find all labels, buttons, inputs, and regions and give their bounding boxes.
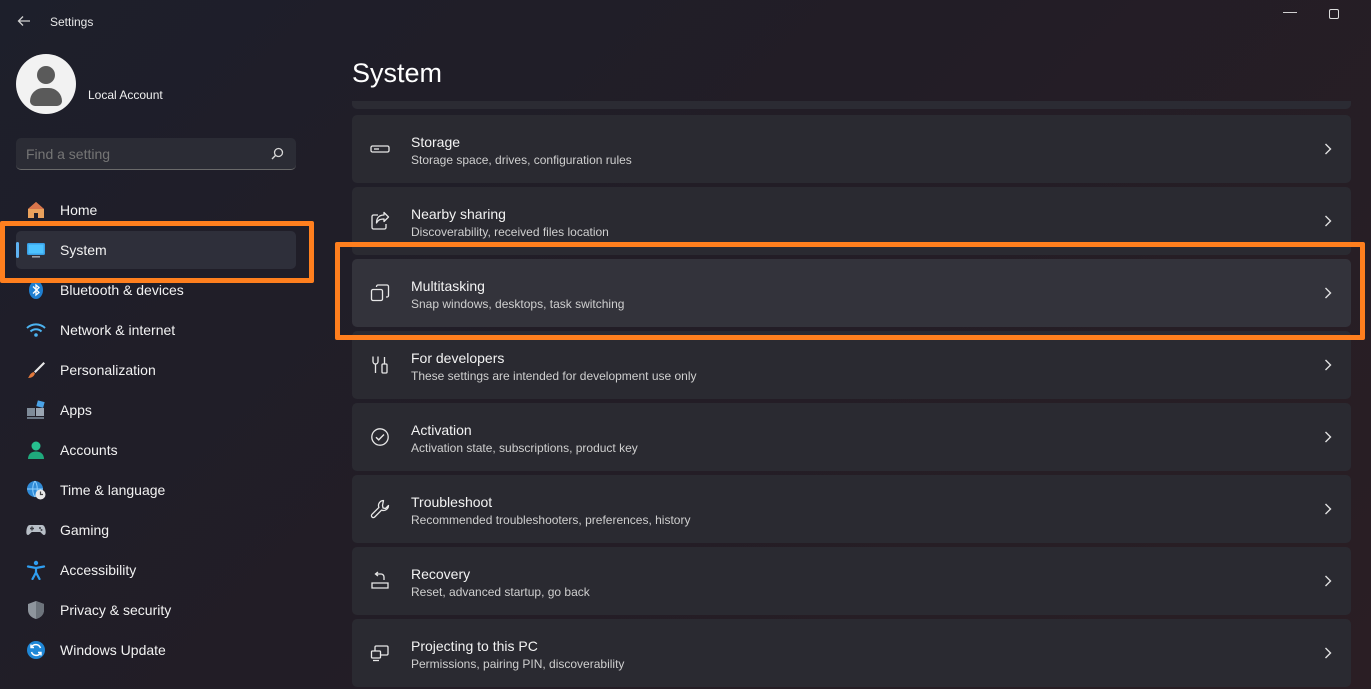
setting-description: Permissions, pairing PIN, discoverabilit…: [411, 657, 625, 671]
account-name: Local Account: [88, 88, 163, 102]
highlight-box-system: [0, 221, 314, 283]
setting-title: Recovery: [411, 566, 471, 582]
setting-title: Activation: [411, 422, 472, 438]
previous-card-edge: [352, 101, 1351, 109]
bluetooth-icon: [26, 280, 46, 300]
sidebar-item-windows-update[interactable]: Windows Update: [16, 631, 296, 669]
shield-icon: [26, 600, 46, 620]
globe-clock-icon: [26, 480, 46, 500]
highlight-box-multitasking: [335, 242, 1365, 340]
sidebar-item-accounts[interactable]: Accounts: [16, 431, 296, 469]
search-box[interactable]: [16, 138, 296, 170]
chevron-right-icon: [1321, 142, 1335, 156]
avatar[interactable]: [16, 54, 76, 114]
person-icon: [26, 440, 46, 460]
setting-title: Projecting to this PC: [411, 638, 538, 654]
avatar-body: [30, 88, 62, 106]
page-title: System: [352, 58, 443, 88]
app-title: Settings: [50, 15, 94, 29]
setting-description: Recommended troubleshooters, preferences…: [411, 513, 691, 527]
accessibility-icon: [26, 560, 46, 580]
setting-title: Nearby sharing: [411, 206, 506, 222]
sidebar-item-label: Accessibility: [60, 562, 137, 578]
setting-card-recovery[interactable]: Recovery Reset, advanced startup, go bac…: [352, 547, 1351, 615]
gamepad-icon: [26, 520, 46, 540]
sidebar-item-label: Gaming: [60, 522, 110, 538]
maximize-icon: [1329, 9, 1339, 19]
chevron-right-icon: [1321, 358, 1335, 372]
setting-title: Storage: [411, 134, 461, 150]
minimize-button[interactable]: —: [1280, 4, 1300, 24]
sidebar-item-personalization[interactable]: Personalization: [16, 351, 296, 389]
wifi-icon: [26, 320, 46, 340]
sidebar-item-label: Privacy & security: [60, 602, 172, 618]
maximize-button[interactable]: [1324, 4, 1344, 24]
setting-description: Storage space, drives, configuration rul…: [411, 153, 632, 167]
sidebar-item-label: Apps: [60, 402, 92, 418]
developer-tools-icon: [370, 355, 390, 375]
sidebar-item-time-language[interactable]: Time & language: [16, 471, 296, 509]
sidebar-item-label: Network & internet: [60, 322, 176, 338]
sidebar-item-accessibility[interactable]: Accessibility: [16, 551, 296, 589]
sidebar-item-network[interactable]: Network & internet: [16, 311, 296, 349]
chevron-right-icon: [1321, 646, 1335, 660]
sidebar-item-label: Accounts: [60, 442, 118, 458]
search-input[interactable]: [26, 146, 256, 162]
sidebar-item-label: Bluetooth & devices: [60, 282, 184, 298]
sidebar-item-label: Windows Update: [60, 642, 166, 658]
arrow-left-icon: [17, 16, 30, 26]
setting-description: Reset, advanced startup, go back: [411, 585, 590, 599]
setting-title: Troubleshoot: [411, 494, 493, 510]
setting-card-storage[interactable]: Storage Storage space, drives, configura…: [352, 115, 1351, 183]
setting-description: These settings are intended for developm…: [411, 369, 697, 383]
home-icon: [26, 200, 46, 220]
chevron-right-icon: [1321, 574, 1335, 588]
refresh-icon: [26, 640, 46, 660]
storage-icon: [370, 139, 390, 159]
search-icon: [271, 147, 284, 160]
sidebar-item-label: Personalization: [60, 362, 156, 378]
settings-list: Storage Storage space, drives, configura…: [352, 101, 1351, 689]
sidebar-item-gaming[interactable]: Gaming: [16, 511, 296, 549]
back-button[interactable]: [12, 10, 36, 32]
setting-card-for-developers[interactable]: For developers These settings are intend…: [352, 331, 1351, 399]
chevron-right-icon: [1321, 214, 1335, 228]
check-circle-icon: [370, 427, 390, 447]
avatar-head: [37, 66, 55, 84]
sidebar-item-label: Time & language: [60, 482, 166, 498]
title-bar: Settings —: [0, 0, 1371, 44]
sidebar-item-label: Home: [60, 202, 98, 218]
chevron-right-icon: [1321, 430, 1335, 444]
setting-card-projecting[interactable]: Projecting to this PC Permissions, pairi…: [352, 619, 1351, 687]
setting-card-troubleshoot[interactable]: Troubleshoot Recommended troubleshooters…: [352, 475, 1351, 543]
brush-icon: [26, 360, 46, 380]
share-icon: [370, 211, 390, 231]
setting-card-activation[interactable]: Activation Activation state, subscriptio…: [352, 403, 1351, 471]
recovery-icon: [370, 571, 390, 591]
projecting-icon: [370, 643, 390, 663]
setting-description: Discoverability, received files location: [411, 225, 609, 239]
apps-icon: [26, 400, 46, 420]
wrench-icon: [370, 499, 390, 519]
setting-title: For developers: [411, 350, 505, 366]
sidebar-item-apps[interactable]: Apps: [16, 391, 296, 429]
sidebar-item-privacy-security[interactable]: Privacy & security: [16, 591, 296, 629]
setting-description: Activation state, subscriptions, product…: [411, 441, 638, 455]
chevron-right-icon: [1321, 502, 1335, 516]
